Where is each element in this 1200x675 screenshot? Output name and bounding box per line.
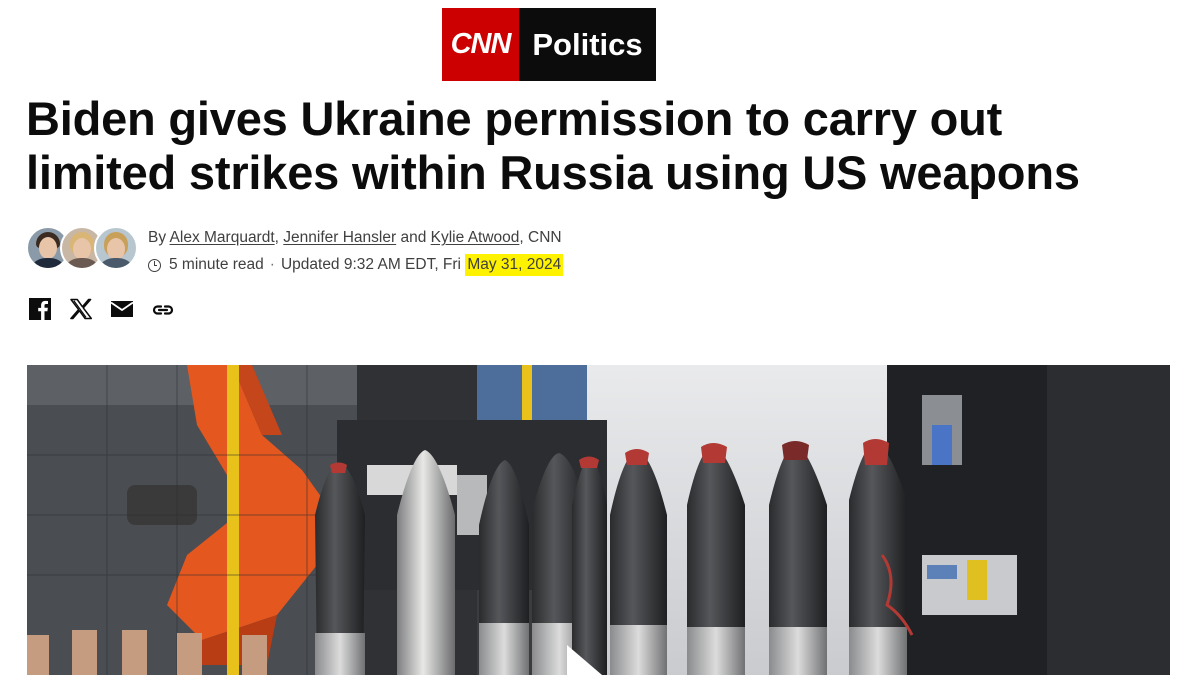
clock-icon <box>148 258 161 272</box>
author-link[interactable]: Jennifer Hansler <box>283 229 396 246</box>
byline-prefix: By <box>148 229 167 246</box>
avatar[interactable] <box>94 226 138 270</box>
article-headline: Biden gives Ukraine permission to carry … <box>26 92 1186 200</box>
author-avatars <box>26 226 138 272</box>
author-link[interactable]: Alex Marquardt <box>170 229 275 246</box>
headline-line-2: limited strikes within Russia using US w… <box>26 146 1080 199</box>
article-timestamp: 5 minute read · Updated 9:32 AM EDT, Fri… <box>148 254 564 276</box>
highlighted-date: May 31, 2024 <box>465 254 564 276</box>
section-label[interactable]: Politics <box>519 8 656 81</box>
byline-source: , CNN <box>519 229 562 246</box>
facebook-icon[interactable] <box>28 297 52 321</box>
separator-dot: · <box>269 256 275 273</box>
headline-line-1: Biden gives Ukraine permission to carry … <box>26 92 1003 145</box>
updated-label: Updated 9:32 AM EDT, Fri <box>280 256 462 273</box>
link-icon[interactable] <box>151 297 175 321</box>
author-link[interactable]: Kylie Atwood <box>431 229 520 246</box>
site-logo[interactable]: CNN Politics <box>442 8 656 81</box>
share-bar <box>28 297 175 321</box>
byline: By Alex Marquardt, Jennifer Hansler and … <box>148 229 562 246</box>
hero-image[interactable] <box>27 365 1170 675</box>
read-time: 5 minute read <box>169 256 264 273</box>
artillery-shells-photo <box>27 365 1170 675</box>
x-icon[interactable] <box>69 297 93 321</box>
cnn-logo[interactable]: CNN <box>442 8 519 81</box>
email-icon[interactable] <box>110 297 134 321</box>
